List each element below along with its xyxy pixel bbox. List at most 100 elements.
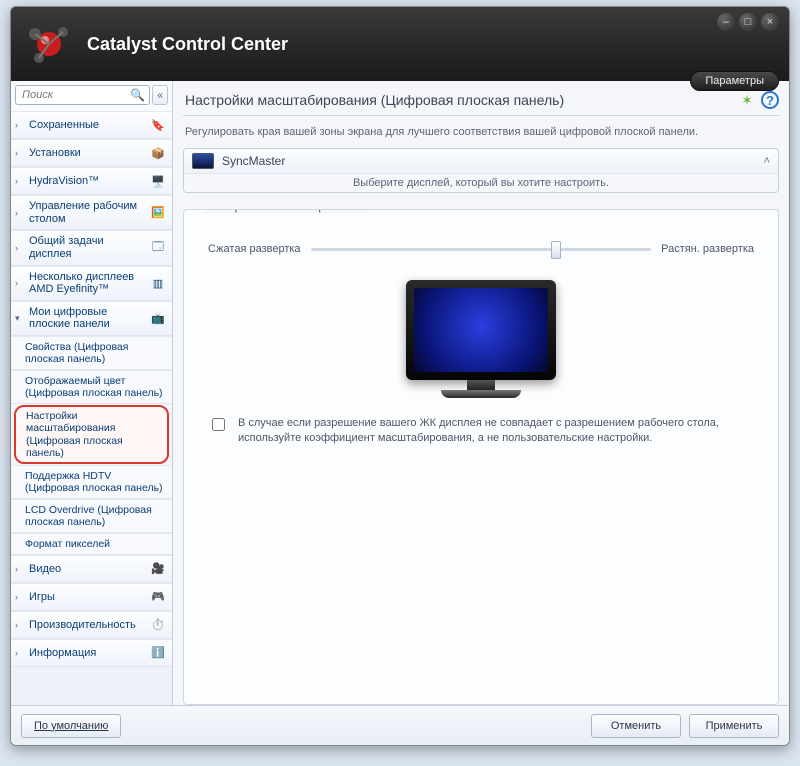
search-box[interactable]: 🔍 <box>15 85 150 105</box>
chevron-right-icon: › <box>15 208 25 218</box>
monitor-neck-icon <box>467 380 495 390</box>
page-description: Регулировать края вашей зоны экрана для … <box>185 126 777 138</box>
page-title: Настройки масштабирования (Цифровая плос… <box>185 92 741 108</box>
sidebar-item-label: Игры <box>29 591 144 604</box>
chevron-down-icon: ▾ <box>15 313 25 324</box>
footer-bar: По умолчанию Отменить Применить <box>11 705 789 745</box>
sidebar-item-flat-panels[interactable]: ▾ Мои цифровые плоские панели 📺 <box>11 301 172 336</box>
slider-right-label: Растян. развертка <box>661 243 754 255</box>
titlebar: Catalyst Control Center – □ × Параметры <box>11 7 789 81</box>
multi-display-icon: ▥ <box>148 274 168 292</box>
sidebar-sub-label: Свойства (Цифровая плоская панель) <box>25 341 168 365</box>
defaults-button[interactable]: По умолчанию <box>21 714 121 738</box>
sidebar-item-label: HydraVision™ <box>29 175 144 188</box>
scaling-group: Настройки масштабирования Сжатая разверт… <box>183 209 779 705</box>
search-icon: 🔍 <box>130 88 145 102</box>
chevron-right-icon: › <box>15 278 25 288</box>
sidebar-sub-pixel-format[interactable]: Формат пикселей <box>11 533 172 555</box>
sidebar-sub-label: Отображаемый цвет (Цифровая плоская пане… <box>25 375 168 399</box>
sidebar-item-label: Сохраненные <box>29 119 144 132</box>
sidebar-item-hydravision[interactable]: › HydraVision™ 🖥️ <box>11 167 172 195</box>
sidebar-item-eyefinity[interactable]: › Несколько дисплеев AMD Eyefinity™ ▥ <box>11 266 172 301</box>
sidebar-sub-label: Формат пикселей <box>25 538 168 550</box>
page-header: Настройки масштабирования (Цифровая плос… <box>183 87 779 116</box>
monitor-screen-icon <box>414 288 548 372</box>
sidebar-sub-scaling[interactable]: Настройки масштабирования (Цифровая плос… <box>14 405 169 463</box>
scaling-slider-row: Сжатая развертка Растян. развертка <box>208 240 754 258</box>
collapse-sidebar-button[interactable]: « <box>152 85 168 105</box>
sidebar-item-video[interactable]: › Видео 🎥 <box>11 555 172 583</box>
app-logo-icon <box>25 20 73 68</box>
gamepad-icon: 🎮 <box>148 588 168 606</box>
content-pane: Настройки масштабирования (Цифровая плос… <box>173 81 789 705</box>
sidebar-item-desktop-mgmt[interactable]: › Управление рабочим столом 🖼️ <box>11 195 172 230</box>
sidebar-item-label: Установки <box>29 147 144 160</box>
app-title: Catalyst Control Center <box>87 34 288 55</box>
sidebar-item-label: Несколько дисплеев AMD Eyefinity™ <box>29 271 144 296</box>
use-scaling-coeff-checkbox[interactable] <box>212 418 225 431</box>
help-icon[interactable]: ? <box>761 91 779 109</box>
gauge-icon: ⏱️ <box>148 616 168 634</box>
search-input[interactable] <box>20 88 128 102</box>
maximize-button[interactable]: □ <box>739 13 757 31</box>
display-selector: SyncMaster ˄ Выберите дисплей, который в… <box>183 148 779 193</box>
sidebar-item-games[interactable]: › Игры 🎮 <box>11 583 172 611</box>
sidebar-item-performance[interactable]: › Производительность ⏱️ <box>11 611 172 639</box>
sidebar-sub-hdtv[interactable]: Поддержка HDTV (Цифровая плоская панель) <box>11 465 172 499</box>
sidebar-item-presets[interactable]: › Установки 📦 <box>11 139 172 167</box>
slider-left-label: Сжатая развертка <box>208 243 301 255</box>
chevron-right-icon: › <box>15 592 25 602</box>
chevron-right-icon: › <box>15 176 25 186</box>
close-button[interactable]: × <box>761 13 779 31</box>
sidebar-sub-lcd-overdrive[interactable]: LCD Overdrive (Цифровая плоская панель) <box>11 499 172 533</box>
chevron-right-icon: › <box>15 120 25 130</box>
sidebar-item-display-tasks[interactable]: › Общий задачи дисплея 🗔 <box>11 230 172 265</box>
slider-thumb[interactable] <box>551 241 561 259</box>
monitor-icon: 🖥️ <box>148 172 168 190</box>
chevron-up-icon: ˄ <box>764 155 770 167</box>
sidebar-item-label: Видео <box>29 563 144 576</box>
cancel-button[interactable]: Отменить <box>591 714 681 738</box>
checkbox-label: В случае если разрешение вашего ЖК диспл… <box>238 416 754 446</box>
bookmark-icon: 🔖 <box>148 116 168 134</box>
monitor-thumb-icon <box>192 153 214 169</box>
sidebar-nav: › Сохраненные 🔖 › Установки 📦 › HydraVis… <box>11 111 172 705</box>
scaling-slider[interactable] <box>311 240 652 258</box>
scaling-checkbox-row: В случае если разрешение вашего ЖК диспл… <box>208 416 754 446</box>
info-icon: ℹ️ <box>148 644 168 662</box>
video-icon: 🎥 <box>148 560 168 578</box>
sidebar-item-label: Общий задачи дисплея <box>29 235 144 260</box>
monitor-frame-icon <box>406 280 556 380</box>
task-icon: 🗔 <box>148 239 168 257</box>
minimize-button[interactable]: – <box>717 13 735 31</box>
package-icon: 📦 <box>148 144 168 162</box>
display-selector-row[interactable]: SyncMaster ˄ <box>184 149 778 173</box>
sidebar-item-saved[interactable]: › Сохраненные 🔖 <box>11 111 172 139</box>
chevron-right-icon: › <box>15 648 25 658</box>
sidebar-sub-label: Настройки масштабирования (Цифровая плос… <box>26 410 161 458</box>
sidebar-sub-color[interactable]: Отображаемый цвет (Цифровая плоская пане… <box>11 370 172 404</box>
chevron-right-icon: › <box>15 564 25 574</box>
display-name: SyncMaster <box>222 154 756 168</box>
group-title: Настройки масштабирования <box>204 209 367 213</box>
sidebar-sub-properties[interactable]: Свойства (Цифровая плоская панель) <box>11 336 172 370</box>
monitor-preview <box>208 280 754 398</box>
sidebar-item-label: Управление рабочим столом <box>29 200 144 225</box>
parameters-button[interactable]: Параметры <box>690 71 779 91</box>
display-selector-hint: Выберите дисплей, который вы хотите наст… <box>184 173 778 192</box>
window-buttons: – □ × <box>717 13 779 31</box>
chevron-right-icon: › <box>15 243 25 253</box>
chevron-right-icon: › <box>15 620 25 630</box>
window-body: 🔍 « › Сохраненные 🔖 › Установки 📦 <box>11 81 789 745</box>
desktop-icon: 🖼️ <box>148 204 168 222</box>
sidebar: 🔍 « › Сохраненные 🔖 › Установки 📦 <box>11 81 173 705</box>
apply-button[interactable]: Применить <box>689 714 779 738</box>
sidebar-item-label: Информация <box>29 647 144 660</box>
sidebar-item-info[interactable]: › Информация ℹ️ <box>11 639 172 667</box>
sidebar-item-label: Мои цифровые плоские панели <box>29 306 144 331</box>
preset-shortcut-icon[interactable]: ✶ <box>741 92 753 109</box>
sidebar-item-label: Производительность <box>29 619 144 632</box>
slider-track <box>311 248 652 251</box>
sidebar-sub-label: LCD Overdrive (Цифровая плоская панель) <box>25 504 168 528</box>
chevron-right-icon: › <box>15 148 25 158</box>
